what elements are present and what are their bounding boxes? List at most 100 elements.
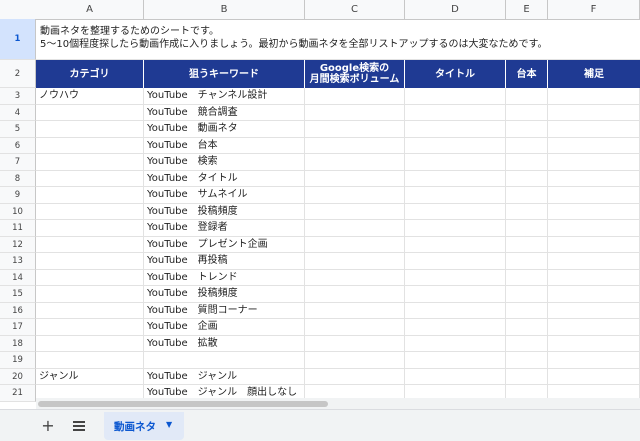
empty-cell[interactable] (405, 154, 506, 171)
category-cell[interactable] (36, 187, 144, 204)
empty-cell[interactable] (506, 88, 548, 105)
empty-cell[interactable] (506, 253, 548, 270)
empty-cell[interactable] (506, 319, 548, 336)
empty-cell[interactable] (506, 352, 548, 369)
category-cell[interactable]: ジャンル (36, 368, 144, 385)
empty-cell[interactable] (405, 121, 506, 138)
empty-cell[interactable] (305, 269, 405, 286)
empty-cell[interactable] (405, 286, 506, 303)
empty-cell[interactable] (506, 220, 548, 237)
empty-cell[interactable] (548, 352, 640, 369)
category-cell[interactable] (36, 170, 144, 187)
empty-cell[interactable] (548, 319, 640, 336)
empty-cell[interactable] (305, 203, 405, 220)
keyword-cell[interactable]: YouTube 投稿頻度 (144, 286, 305, 303)
column-header-a[interactable]: A (36, 0, 144, 19)
empty-cell[interactable] (548, 286, 640, 303)
column-header-b[interactable]: B (144, 0, 305, 19)
keyword-cell[interactable]: YouTube 再投稿 (144, 253, 305, 270)
category-cell[interactable] (36, 335, 144, 352)
empty-cell[interactable] (548, 187, 640, 204)
empty-cell[interactable] (506, 269, 548, 286)
empty-cell[interactable] (548, 253, 640, 270)
empty-cell[interactable] (548, 368, 640, 385)
empty-cell[interactable] (305, 236, 405, 253)
all-sheets-menu-icon[interactable] (68, 416, 90, 436)
empty-cell[interactable] (405, 104, 506, 121)
empty-cell[interactable] (405, 253, 506, 270)
keyword-cell[interactable]: YouTube 拡散 (144, 335, 305, 352)
row-header[interactable]: 11 (0, 220, 36, 237)
keyword-cell[interactable]: YouTube 企画 (144, 319, 305, 336)
empty-cell[interactable] (305, 319, 405, 336)
empty-cell[interactable] (548, 236, 640, 253)
empty-cell[interactable] (506, 335, 548, 352)
header-category[interactable]: カテゴリ (36, 60, 144, 88)
empty-cell[interactable] (305, 104, 405, 121)
row-header[interactable]: 15 (0, 286, 36, 303)
empty-cell[interactable] (506, 236, 548, 253)
column-header-c[interactable]: C (305, 0, 405, 19)
category-cell[interactable] (36, 104, 144, 121)
empty-cell[interactable] (548, 104, 640, 121)
category-cell[interactable] (36, 302, 144, 319)
keyword-cell[interactable]: YouTube トレンド (144, 269, 305, 286)
column-header-e[interactable]: E (506, 0, 548, 19)
empty-cell[interactable] (405, 88, 506, 105)
keyword-cell[interactable]: YouTube 検索 (144, 154, 305, 171)
add-sheet-button[interactable]: + (38, 416, 58, 436)
header-title[interactable]: タイトル (405, 60, 506, 88)
empty-cell[interactable] (405, 170, 506, 187)
row-header[interactable]: 6 (0, 137, 36, 154)
empty-cell[interactable] (506, 302, 548, 319)
category-cell[interactable] (36, 220, 144, 237)
empty-cell[interactable] (405, 319, 506, 336)
category-cell[interactable] (36, 121, 144, 138)
empty-cell[interactable] (405, 187, 506, 204)
category-cell[interactable] (36, 269, 144, 286)
empty-cell[interactable] (548, 203, 640, 220)
category-cell[interactable] (36, 286, 144, 303)
row-header[interactable]: 12 (0, 236, 36, 253)
empty-cell[interactable] (548, 269, 640, 286)
row-header[interactable]: 4 (0, 104, 36, 121)
spreadsheet-grid[interactable]: A B C D E F 1 2 3 4 5 6 7 8 9 10 11 12 13 14 15 16 17 18 1… (0, 0, 640, 409)
empty-cell[interactable] (506, 368, 548, 385)
empty-cell[interactable] (506, 154, 548, 171)
keyword-cell[interactable]: YouTube 競合調査 (144, 104, 305, 121)
row-header[interactable]: 9 (0, 187, 36, 204)
category-cell[interactable] (36, 203, 144, 220)
keyword-cell[interactable]: YouTube 登録者 (144, 220, 305, 237)
empty-cell[interactable] (405, 368, 506, 385)
row-header[interactable]: 13 (0, 253, 36, 270)
header-script[interactable]: 台本 (506, 60, 548, 88)
empty-cell[interactable] (506, 203, 548, 220)
empty-cell[interactable] (506, 286, 548, 303)
category-cell[interactable]: ノウハウ (36, 88, 144, 105)
row-header[interactable]: 10 (0, 203, 36, 220)
row-header[interactable]: 21 (0, 385, 36, 402)
scrollbar-thumb[interactable] (38, 401, 328, 407)
empty-cell[interactable] (305, 368, 405, 385)
empty-cell[interactable] (305, 286, 405, 303)
empty-cell[interactable] (405, 220, 506, 237)
keyword-cell[interactable]: YouTube 台本 (144, 137, 305, 154)
keyword-cell[interactable]: YouTube プレゼント企画 (144, 236, 305, 253)
row-header[interactable]: 5 (0, 121, 36, 138)
row-header[interactable]: 3 (0, 88, 36, 105)
empty-cell[interactable] (405, 203, 506, 220)
empty-cell[interactable] (305, 302, 405, 319)
empty-cell[interactable] (405, 236, 506, 253)
empty-cell[interactable] (305, 137, 405, 154)
row-header[interactable]: 14 (0, 269, 36, 286)
keyword-cell[interactable] (144, 352, 305, 369)
row-header[interactable]: 16 (0, 302, 36, 319)
header-notes[interactable]: 補足 (548, 60, 640, 88)
sheet-tab-active[interactable]: 動画ネタ ▼ (104, 412, 184, 440)
empty-cell[interactable] (405, 335, 506, 352)
empty-cell[interactable] (305, 121, 405, 138)
row-header[interactable]: 1 (0, 19, 36, 60)
row-header[interactable]: 8 (0, 170, 36, 187)
empty-cell[interactable] (305, 352, 405, 369)
column-header-f[interactable]: F (548, 0, 640, 19)
